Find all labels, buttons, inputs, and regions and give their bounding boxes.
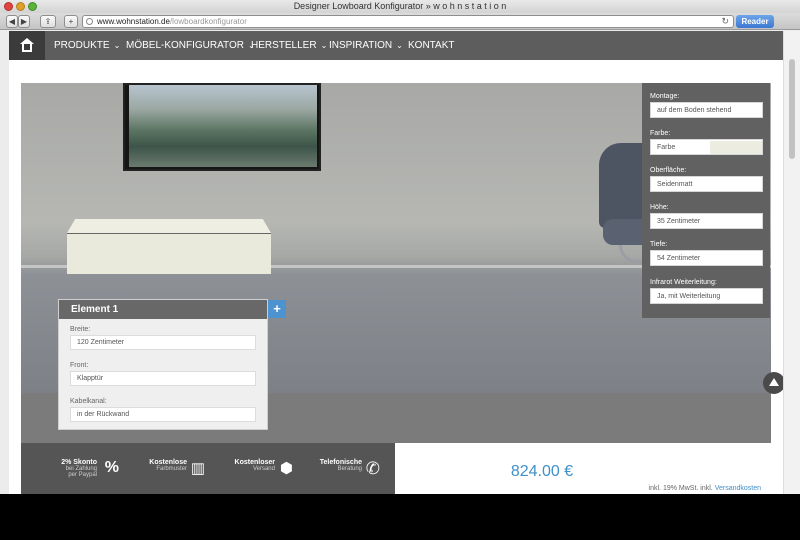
nav-item-produkte[interactable]: PRODUKTE ⌄ xyxy=(54,31,120,60)
reload-icon[interactable]: ↻ xyxy=(721,16,729,27)
feature-farbmuster: Kostenlose Farbmuster ▥ xyxy=(149,459,205,477)
shipping-costs-link[interactable]: Versandkosten xyxy=(715,485,761,492)
new-tab-icon[interactable]: + xyxy=(64,15,78,28)
swatch-icon: ▥ xyxy=(190,460,205,477)
front-label: Front: xyxy=(70,362,89,369)
chevron-down-icon: ⌄ xyxy=(396,41,403,50)
nav-item-moebel-konfigurator[interactable]: MÖBEL-KONFIGURATOR ⌄ xyxy=(126,31,255,60)
globe-icon xyxy=(86,18,93,25)
web-page: PRODUKTE ⌄ MÖBEL-KONFIGURATOR ⌄ HERSTELLER… xyxy=(9,31,783,494)
package-icon: ⬢ xyxy=(279,460,293,477)
phone-icon: ✆ xyxy=(365,459,380,478)
add-element-button[interactable]: + xyxy=(268,300,286,318)
oberflaeche-label: Oberfläche: xyxy=(650,167,687,174)
share-icon[interactable]: ⇪ xyxy=(40,15,56,28)
nav-item-inspiration[interactable]: INSPIRATION ⌄ xyxy=(329,31,403,60)
home-icon[interactable] xyxy=(9,31,45,60)
oberflaeche-select[interactable]: Seidenmatt xyxy=(650,176,763,192)
montage-label: Montage: xyxy=(650,93,680,100)
breite-select[interactable]: 120 Zentimeter xyxy=(70,335,256,350)
tv-image xyxy=(123,83,321,171)
feature-band: 2% Skonto bei Zahlung per Paypal % Koste… xyxy=(21,443,395,494)
infrarot-select[interactable]: Ja, mit Weiterleitung xyxy=(650,288,763,304)
feature-versand: Kostenloser Versand ⬢ xyxy=(234,459,293,477)
front-select[interactable]: Klapptür xyxy=(70,371,256,386)
options-panel: Montage: auf dem Boden stehend Farbe: Fa… xyxy=(642,83,770,318)
color-swatch xyxy=(710,141,762,154)
title-bar: Designer Lowboard Konfigurator » w o h n… xyxy=(0,0,800,13)
infrarot-label: Infrarot Weiterleitung: xyxy=(650,279,717,286)
close-window-icon[interactable] xyxy=(4,2,13,11)
browser-toolbar: ◀ ▶ ⇪ + www.wohnstation.de/lowboardkonfi… xyxy=(0,13,800,30)
total-price: 824.00 € xyxy=(510,463,574,480)
lowboard-preview xyxy=(67,219,271,274)
element-title: Element 1 xyxy=(59,300,267,319)
kabelkanal-label: Kabelkanal: xyxy=(70,398,107,405)
zoom-window-icon[interactable] xyxy=(28,2,37,11)
forward-icon[interactable]: ▶ xyxy=(18,15,30,28)
tiefe-select[interactable]: 54 Zentimeter xyxy=(650,250,763,266)
page-scrollbar[interactable] xyxy=(783,31,800,494)
tiefe-label: Tiefe: xyxy=(650,241,668,248)
element-panel: Element 1 Breite: 120 Zentimeter Front: … xyxy=(58,299,268,430)
kabelkanal-select[interactable]: in der Rückwand xyxy=(70,407,256,422)
hoehe-label: Höhe: xyxy=(650,204,669,211)
hoehe-select[interactable]: 35 Zentimeter xyxy=(650,213,763,229)
chevron-down-icon: ⌄ xyxy=(320,41,328,50)
feature-skonto: 2% Skonto bei Zahlung per Paypal % xyxy=(61,459,119,478)
main-navigation: PRODUKTE ⌄ MÖBEL-KONFIGURATOR ⌄ HERSTELLER… xyxy=(9,31,783,60)
url-path: /lowboardkonfigurator xyxy=(169,17,247,26)
tax-note: inkl. 19% MwSt. inkl. Versandkosten xyxy=(648,485,761,492)
scroll-to-top-button[interactable] xyxy=(763,372,783,394)
breite-label: Breite: xyxy=(70,326,91,333)
scrollbar-thumb[interactable] xyxy=(789,59,795,159)
percent-icon: % xyxy=(104,459,119,476)
feature-beratung: Telefonische Beratung ✆ xyxy=(319,459,380,478)
price-box: 824.00 € inkl. 19% MwSt. inkl. Versandko… xyxy=(395,443,771,494)
reader-button[interactable]: Reader xyxy=(736,15,774,28)
arrow-up-icon xyxy=(769,378,779,386)
back-icon[interactable]: ◀ xyxy=(6,15,18,28)
farbe-select[interactable]: Farbe xyxy=(650,139,763,155)
farbe-label: Farbe: xyxy=(650,130,671,137)
montage-select[interactable]: auf dem Boden stehend xyxy=(650,102,763,118)
minimize-window-icon[interactable] xyxy=(16,2,25,11)
nav-item-kontakt[interactable]: KONTAKT xyxy=(408,31,454,60)
window-title: Designer Lowboard Konfigurator » w o h n… xyxy=(293,1,507,11)
nav-item-hersteller[interactable]: HERSTELLER ⌄ xyxy=(251,31,327,60)
url-domain: www.wohnstation.de xyxy=(97,17,170,26)
chevron-down-icon: ⌄ xyxy=(113,41,121,50)
browser-window: Designer Lowboard Konfigurator » w o h n… xyxy=(0,0,800,494)
address-bar[interactable]: www.wohnstation.de/lowboardkonfigurator … xyxy=(82,15,734,28)
